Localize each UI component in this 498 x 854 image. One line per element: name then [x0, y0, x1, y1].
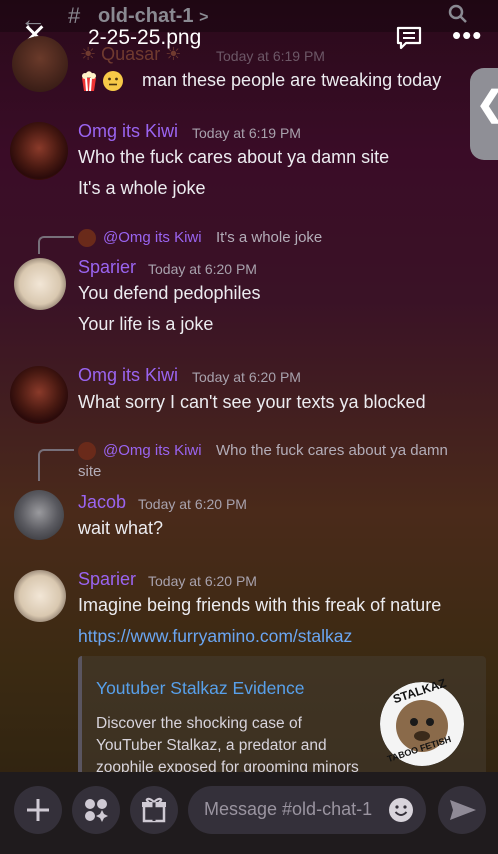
timestamp: Today at 6:20 PM	[148, 261, 257, 277]
message-input-placeholder[interactable]: Message #old-chat-1	[204, 799, 372, 820]
username[interactable]: Sparier	[78, 257, 136, 278]
username[interactable]: ☀ Quasar ☀	[80, 44, 181, 65]
send-icon	[450, 800, 476, 820]
timestamp: Today at 6:20 PM	[148, 573, 257, 589]
message-text: Your life is a joke	[78, 314, 214, 334]
avatar[interactable]	[10, 366, 68, 424]
apps-button[interactable]	[72, 786, 120, 834]
message-text: Who the fuck cares about ya damn site	[78, 147, 390, 167]
more-dots-icon[interactable]: •••	[452, 20, 482, 51]
avatar[interactable]	[14, 258, 66, 310]
avatar[interactable]	[14, 570, 66, 622]
channel-title[interactable]: old-chat-1 >	[98, 5, 208, 28]
timestamp: Today at 6:19 PM	[192, 125, 301, 141]
avatar[interactable]	[10, 122, 68, 180]
message-text: man these people are tweaking today	[142, 70, 442, 90]
timestamp: Today at 6:20 PM	[138, 496, 247, 512]
timestamp: Today at 6:19 PM	[216, 48, 325, 64]
timestamp: Today at 6:20 PM	[192, 369, 301, 385]
reply-avatar	[78, 442, 96, 460]
message-text: Imagine being friends with this freak of…	[78, 595, 442, 615]
message-text: What sorry I can't see your texts ya blo…	[78, 392, 426, 412]
apps-icon	[85, 799, 108, 822]
embed-title[interactable]: Youtuber Stalkaz Evidence	[96, 678, 305, 699]
reply-text[interactable]: Who the fuck cares about ya damn	[216, 442, 448, 459]
reply-connector	[38, 236, 74, 254]
reply-username[interactable]: @Omg its Kiwi	[103, 442, 202, 459]
message-text: wait what?	[78, 518, 164, 538]
reply-connector	[38, 449, 74, 481]
message-text: You defend pedophiles	[78, 283, 261, 303]
username[interactable]: Sparier	[78, 569, 136, 590]
chevron-left-icon[interactable]: ❮	[476, 84, 498, 124]
gift-button[interactable]	[130, 786, 178, 834]
plus-button[interactable]	[14, 786, 62, 834]
avatar[interactable]	[12, 36, 68, 92]
message-link[interactable]: https://www.furryamino.com/stalkaz	[78, 626, 352, 647]
embed-description: Discover the shocking case of YouTuber S…	[96, 715, 359, 773]
reply-text-continued[interactable]: site	[78, 463, 101, 480]
message-text: It's a whole joke	[78, 178, 206, 198]
reply-avatar	[78, 229, 96, 247]
reply-text[interactable]: It's a whole joke	[216, 229, 322, 246]
emoji-icon[interactable]	[388, 797, 414, 823]
comment-icon[interactable]	[396, 26, 422, 50]
gift-icon	[142, 797, 166, 823]
username[interactable]: Jacob	[78, 492, 126, 513]
hash-icon: #	[68, 3, 81, 28]
sun-icon: ☀	[80, 44, 97, 64]
avatar[interactable]	[14, 490, 64, 540]
send-button[interactable]	[438, 786, 486, 834]
neutral-face-emoji-icon	[102, 70, 124, 92]
username[interactable]: Omg its Kiwi	[78, 365, 178, 386]
sun-icon: ☀	[165, 44, 182, 64]
username[interactable]: Omg its Kiwi	[78, 121, 178, 142]
popcorn-emoji-icon	[78, 70, 100, 92]
plus-icon	[27, 799, 49, 821]
reply-username[interactable]: @Omg its Kiwi	[103, 229, 202, 246]
